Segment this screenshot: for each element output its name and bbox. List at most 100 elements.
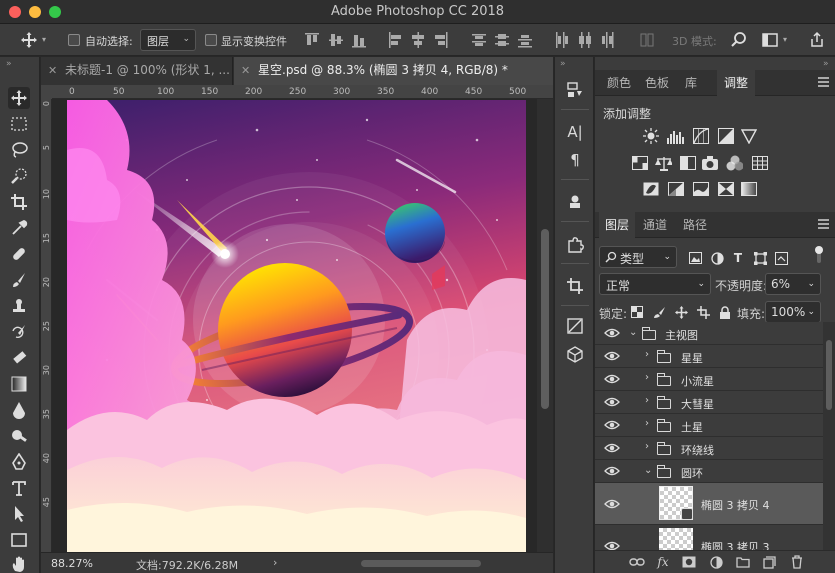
filter-toggle-switch[interactable] xyxy=(809,246,829,263)
align-bottom-icon[interactable] xyxy=(352,32,366,48)
black-white-icon[interactable] xyxy=(679,154,696,171)
lock-transparent-pixels-icon[interactable] xyxy=(629,304,645,320)
lock-artboard-icon[interactable] xyxy=(695,304,711,320)
layers-scroll-thumb[interactable] xyxy=(826,340,832,410)
measurement-panel-button[interactable] xyxy=(564,315,586,337)
distribute-top-icon[interactable] xyxy=(472,32,486,48)
hsl-icon[interactable] xyxy=(631,154,648,171)
visibility-eye-icon[interactable] xyxy=(604,443,620,453)
artboard-panel-button[interactable] xyxy=(564,275,586,297)
layer-row-saturn[interactable]: › 土星 xyxy=(595,414,823,437)
lock-position-icon[interactable] xyxy=(673,304,689,320)
tab-swatches[interactable]: 色板 xyxy=(639,70,675,96)
invert-icon[interactable] xyxy=(642,180,659,197)
new-adjustment-layer-icon[interactable] xyxy=(708,554,724,570)
distribute-right-icon[interactable] xyxy=(600,32,614,48)
align-right-icon[interactable] xyxy=(434,32,448,48)
delete-layer-icon[interactable] xyxy=(789,554,805,570)
align-hcenter-icon[interactable] xyxy=(411,32,425,48)
expand-panels-icon[interactable]: » xyxy=(560,59,566,69)
quick-select-tool-button[interactable] xyxy=(8,165,30,187)
chevron-right-icon[interactable]: › xyxy=(645,395,649,406)
panel-menu-icon[interactable] xyxy=(818,77,829,87)
3d-panel-button[interactable] xyxy=(564,343,586,365)
healing-brush-tool-button[interactable] xyxy=(8,243,30,265)
rectangle-tool-button[interactable] xyxy=(8,529,30,551)
layer-row-ellipse-3-copy-4[interactable]: 椭圆 3 拷贝 4 xyxy=(595,483,823,525)
add-mask-icon[interactable] xyxy=(681,554,697,570)
marquee-tool-button[interactable] xyxy=(8,113,30,135)
color-balance-icon[interactable] xyxy=(655,154,672,171)
layer-row-rings[interactable]: ⌄ 圆环 xyxy=(595,460,823,483)
workspace-icon[interactable] xyxy=(760,30,780,50)
filter-pixel-icon[interactable] xyxy=(687,250,703,266)
opacity-input[interactable]: 6% ⌄ xyxy=(765,273,821,295)
levels-icon[interactable] xyxy=(667,127,684,144)
vertical-ruler[interactable]: 0 5 10 15 20 25 30 35 40 45 xyxy=(41,99,52,552)
layer-filter-dropdown[interactable]: 类型 ⌄ xyxy=(599,246,677,268)
clone-stamp-tool-button[interactable] xyxy=(8,295,30,317)
layer-row-orbit-lines[interactable]: › 环绕线 xyxy=(595,437,823,460)
eyedropper-tool-button[interactable] xyxy=(8,217,30,239)
align-top-icon[interactable] xyxy=(305,32,319,48)
auto-align-icon[interactable] xyxy=(640,32,654,48)
lasso-tool-button[interactable] xyxy=(8,139,30,161)
horizontal-ruler[interactable]: 0 50 100 150 200 250 300 350 400 450 500 xyxy=(52,85,553,99)
tab-adjustments[interactable]: 调整 xyxy=(717,70,755,96)
filter-smart-object-icon[interactable] xyxy=(773,250,789,266)
crop-tool-button[interactable] xyxy=(8,191,30,213)
brightness-icon[interactable] xyxy=(642,127,659,144)
distribute-hcenter-icon[interactable] xyxy=(577,32,591,48)
auto-select-checkbox[interactable] xyxy=(68,34,80,46)
selective-color-icon[interactable] xyxy=(717,180,734,197)
filter-shape-icon[interactable] xyxy=(752,250,768,266)
distribute-vcenter-icon[interactable] xyxy=(495,32,509,48)
tab-libraries[interactable]: 库 xyxy=(677,70,705,96)
tool-preset-caret-icon[interactable]: ▾ xyxy=(42,35,46,44)
panel-menu-icon[interactable] xyxy=(818,219,829,229)
gradient-map-icon[interactable] xyxy=(740,180,757,197)
lock-all-icon[interactable] xyxy=(717,304,733,320)
horizontal-scroll-thumb[interactable] xyxy=(361,560,481,567)
link-layers-icon[interactable] xyxy=(629,554,645,570)
chevron-right-icon[interactable]: › xyxy=(645,349,649,360)
artwork-canvas[interactable] xyxy=(67,100,526,555)
brush-settings-panel-button[interactable] xyxy=(564,191,586,213)
hand-tool-button[interactable] xyxy=(8,553,30,573)
vertical-scroll-thumb[interactable] xyxy=(541,229,549,409)
channel-mixer-icon[interactable] xyxy=(726,154,743,171)
auto-select-dropdown[interactable]: 图层 ⌄ xyxy=(140,29,196,51)
chevron-right-icon[interactable]: › xyxy=(645,372,649,383)
threshold-icon[interactable] xyxy=(692,180,709,197)
workspace-caret-icon[interactable]: ▾ xyxy=(783,35,787,44)
visibility-eye-icon[interactable] xyxy=(604,351,620,361)
tab-channels[interactable]: 通道 xyxy=(637,212,673,238)
new-layer-icon[interactable] xyxy=(761,554,777,570)
move-tool-icon[interactable] xyxy=(20,31,38,49)
tab-color[interactable]: 颜色 xyxy=(601,70,637,96)
collapse-panel-icon[interactable]: » xyxy=(6,59,12,69)
collapse-right-panel-icon[interactable]: » xyxy=(823,59,829,69)
visibility-eye-icon[interactable] xyxy=(604,328,620,338)
fx-icon[interactable]: fx xyxy=(655,554,671,570)
tab-paths[interactable]: 路径 xyxy=(677,212,713,238)
layer-row-big-comet[interactable]: › 大彗星 xyxy=(595,391,823,414)
posterize-icon[interactable] xyxy=(667,180,684,197)
tab-untitled-1[interactable]: ✕ 未标题-1 @ 100% (形状 1, ... xyxy=(41,57,233,85)
search-icon[interactable] xyxy=(729,30,749,50)
visibility-eye-icon[interactable] xyxy=(604,499,620,509)
fill-input[interactable]: 100% ⌄ xyxy=(765,301,821,323)
share-icon[interactable] xyxy=(807,30,827,50)
ruler-origin[interactable] xyxy=(41,85,52,99)
layer-row-main-view[interactable]: ⌄ 主视图 xyxy=(595,322,823,345)
paragraph-panel-button[interactable]: ¶ xyxy=(564,149,586,171)
canvas-area[interactable] xyxy=(52,99,537,555)
new-group-icon[interactable] xyxy=(735,554,751,570)
tab-starry-sky[interactable]: ✕ 星空.psd @ 88.3% (椭圆 3 拷贝 4, RGB/8) * xyxy=(234,57,553,85)
chevron-down-icon[interactable]: ⌄ xyxy=(629,327,637,338)
show-transform-checkbox[interactable] xyxy=(205,34,217,46)
distribute-bottom-icon[interactable] xyxy=(518,32,532,48)
visibility-eye-icon[interactable] xyxy=(604,397,620,407)
photo-filter-icon[interactable] xyxy=(702,154,719,171)
zoom-level[interactable]: 88.27% xyxy=(51,557,93,570)
